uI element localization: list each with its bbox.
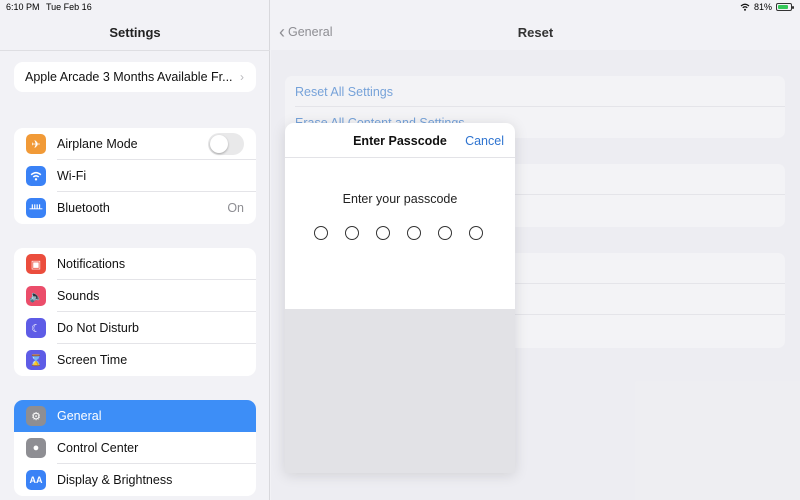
sidebar-item-sounds[interactable]: 🔈 Sounds <box>14 280 256 312</box>
sidebar-item-airplane-mode[interactable]: ✈ Airplane Mode <box>14 128 256 160</box>
settings-sidebar: Settings Apple Arcade 3 Months Available… <box>0 0 270 500</box>
promo-label: Apple Arcade 3 Months Available Fr... <box>25 70 233 84</box>
sidebar-item-label: Control Center <box>57 441 139 455</box>
hourglass-icon: ⌛ <box>26 350 46 370</box>
sounds-icon: 🔈 <box>26 286 46 306</box>
sidebar-item-label: Do Not Disturb <box>57 321 139 335</box>
sidebar-item-control-center[interactable]: ● Control Center <box>14 432 256 464</box>
status-date: Tue Feb 16 <box>46 2 92 12</box>
airplane-mode-toggle[interactable] <box>208 133 244 155</box>
sidebar-item-label: Bluetooth <box>57 201 110 215</box>
promo-group: Apple Arcade 3 Months Available Fr... › <box>14 62 256 92</box>
sidebar-item-label: Display & Brightness <box>57 473 173 487</box>
status-bar: 6:10 PM Tue Feb 16 81% <box>0 0 800 14</box>
wifi-status-icon <box>740 3 750 11</box>
sidebar-item-label: Wi-Fi <box>57 169 87 183</box>
passcode-dot <box>314 226 328 240</box>
general-group: ⚙ General ● Control Center AA Display & … <box>14 400 256 496</box>
sidebar-item-label: General <box>57 409 102 423</box>
sidebar-item-label: Notifications <box>57 257 126 271</box>
sidebar-item-wifi[interactable]: Wi-Fi <box>14 160 256 192</box>
passcode-dot <box>345 226 359 240</box>
toggles-icon: ● <box>26 438 46 458</box>
passcode-modal: Enter Passcode Cancel Enter your passcod… <box>285 123 515 473</box>
airplane-icon: ✈ <box>26 134 46 154</box>
chevron-right-icon: › <box>240 70 244 84</box>
moon-icon: ☾ <box>26 318 46 338</box>
sidebar-item-general[interactable]: ⚙ General <box>14 400 256 432</box>
battery-icon <box>776 3 794 11</box>
sidebar-item-bluetooth[interactable]: ᚉ Bluetooth On <box>14 192 256 224</box>
sidebar-item-do-not-disturb[interactable]: ☾ Do Not Disturb <box>14 312 256 344</box>
status-indicators: 81% <box>740 2 794 12</box>
sidebar-item-label: Airplane Mode <box>57 137 138 151</box>
sidebar-title: Settings <box>109 25 161 40</box>
page-title: Reset <box>517 25 554 40</box>
battery-percent: 81% <box>753 2 772 12</box>
sidebar-item-screen-time[interactable]: ⌛ Screen Time <box>14 344 256 376</box>
status-time: 6:10 PM <box>6 2 40 12</box>
notifications-icon: ▣ <box>26 254 46 274</box>
bluetooth-icon: ᚉ <box>26 198 46 218</box>
sidebar-item-notifications[interactable]: ▣ Notifications <box>14 248 256 280</box>
passcode-dots <box>314 226 483 240</box>
notifications-group: ▣ Notifications 🔈 Sounds ☾ Do Not Distur… <box>14 248 256 376</box>
passcode-dot <box>376 226 390 240</box>
passcode-prompt: Enter your passcode <box>342 192 458 206</box>
sidebar-item-display-brightness[interactable]: AA Display & Brightness <box>14 464 256 496</box>
keypad-area[interactable] <box>285 309 515 473</box>
bluetooth-status-value: On <box>227 201 244 215</box>
gear-icon: ⚙ <box>26 406 46 426</box>
sidebar-item-label: Screen Time <box>57 353 128 367</box>
passcode-dot <box>438 226 452 240</box>
cancel-button[interactable]: Cancel <box>465 134 504 148</box>
apple-arcade-promo[interactable]: Apple Arcade 3 Months Available Fr... › <box>14 62 256 92</box>
connectivity-group: ✈ Airplane Mode Wi-Fi ᚉ Bluetooth On <box>14 128 256 224</box>
wifi-icon <box>26 166 46 186</box>
aa-icon: AA <box>26 470 46 490</box>
passcode-dot <box>469 226 483 240</box>
toggle-knob <box>210 135 228 153</box>
sidebar-item-label: Sounds <box>57 289 100 303</box>
divider <box>0 50 270 51</box>
modal-header: Enter Passcode Cancel <box>285 123 515 158</box>
passcode-dot <box>407 226 421 240</box>
